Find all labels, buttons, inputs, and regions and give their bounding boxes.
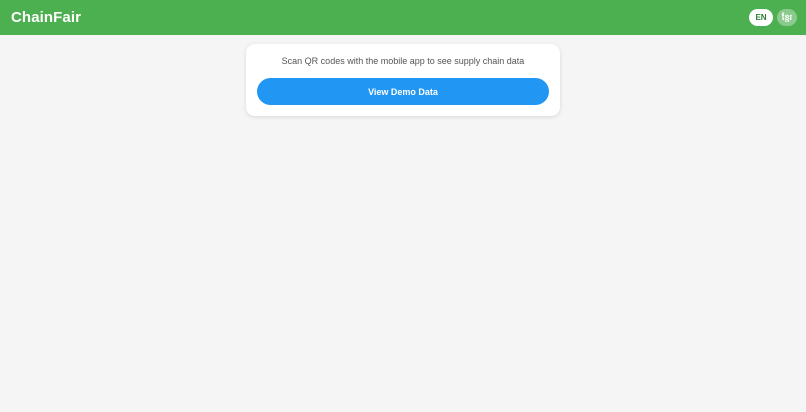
language-button-km[interactable]: ខ្មែរ	[777, 9, 797, 26]
scan-instructions: Scan QR codes with the mobile app to see…	[281, 56, 525, 66]
view-demo-data-button[interactable]: View Demo Data	[257, 78, 549, 105]
info-card: Scan QR codes with the mobile app to see…	[246, 44, 560, 116]
language-switcher: EN ខ្មែរ	[749, 9, 797, 26]
app-header: ChainFair EN ខ្មែរ	[0, 0, 806, 35]
brand-logo[interactable]: ChainFair	[11, 9, 81, 26]
language-button-en[interactable]: EN	[749, 9, 773, 26]
